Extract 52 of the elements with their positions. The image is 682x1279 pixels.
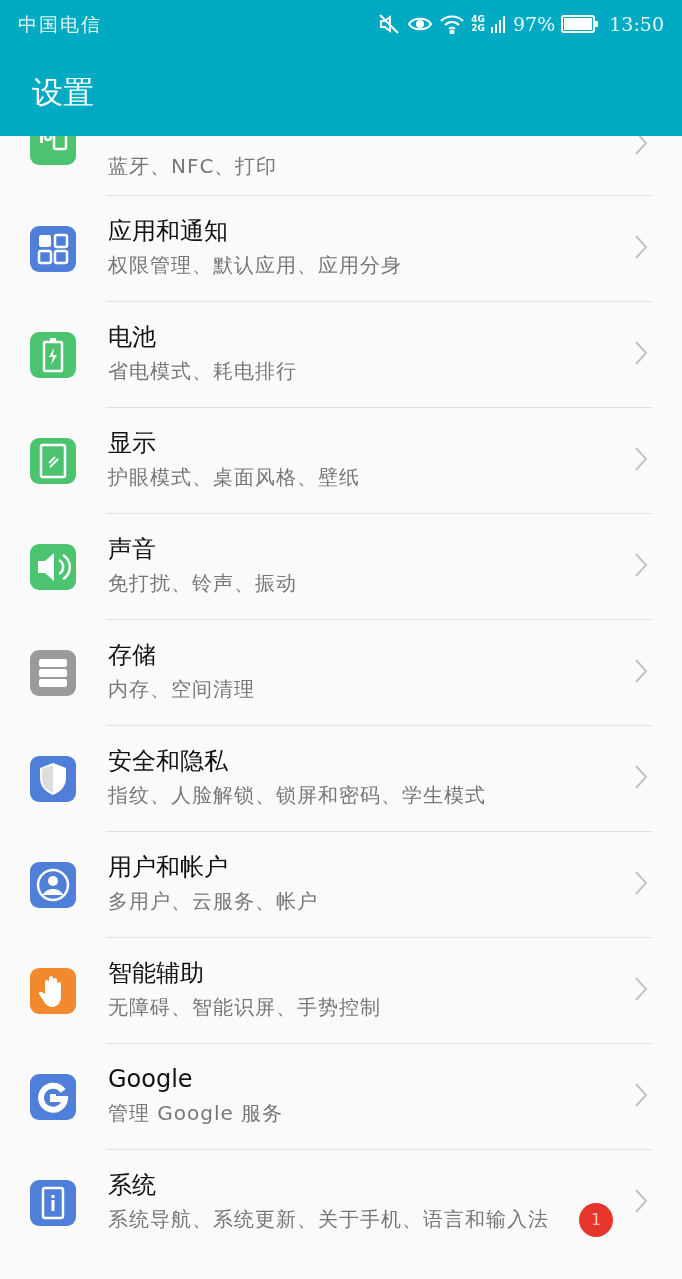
settings-item[interactable]: 系统 系统导航、系统更新、关于手机、语言和输入法 1: [0, 1150, 682, 1255]
item-title: 声音: [108, 534, 156, 565]
chevron-right-icon: [634, 658, 648, 684]
item-title: 存储: [108, 640, 156, 671]
network-type: 2G: [471, 24, 485, 33]
item-title: 电池: [108, 322, 156, 353]
page-title: 设置: [32, 72, 94, 112]
settings-item[interactable]: 存储 内存、空间清理: [0, 620, 682, 725]
item-subtitle: 护眼模式、桌面风格、壁纸: [108, 464, 360, 491]
chevron-right-icon: [634, 446, 648, 472]
item-subtitle: 无障碍、智能识屏、手势控制: [108, 994, 381, 1021]
battery-icon: [561, 15, 600, 33]
carrier-name: 中国电信: [18, 11, 102, 37]
settings-item[interactable]: 安全和隐私 指纹、人脸解锁、锁屏和密码、学生模式: [0, 726, 682, 831]
item-title: 安全和隐私: [108, 746, 228, 777]
settings-item[interactable]: 蓝牙、NFC、打印: [0, 136, 682, 195]
item-title: 系统: [108, 1170, 156, 1201]
item-subtitle: 多用户、云服务、帐户: [108, 888, 318, 915]
chevron-right-icon: [634, 234, 648, 260]
item-subtitle: 系统导航、系统更新、关于手机、语言和输入法: [108, 1206, 549, 1233]
settings-item[interactable]: Google 管理 Google 服务: [0, 1044, 682, 1149]
item-title: Google: [108, 1064, 193, 1095]
chevron-right-icon: [634, 870, 648, 896]
signal-icon: [491, 14, 507, 34]
chevron-right-icon: [634, 552, 648, 578]
settings-item[interactable]: 显示 护眼模式、桌面风格、壁纸: [0, 408, 682, 513]
item-subtitle: 权限管理、默认应用、应用分身: [108, 252, 402, 279]
network-type: 4G: [471, 15, 485, 24]
chevron-right-icon: [634, 764, 648, 790]
item-subtitle: 管理 Google 服务: [108, 1100, 284, 1127]
clock: 13:50: [609, 11, 664, 37]
item-subtitle: 免打扰、铃声、振动: [108, 570, 297, 597]
item-title: 应用和通知: [108, 216, 228, 247]
chevron-right-icon: [634, 976, 648, 1002]
settings-item[interactable]: 电池 省电模式、耗电排行: [0, 302, 682, 407]
settings-item[interactable]: 声音 免打扰、铃声、振动: [0, 514, 682, 619]
settings-item[interactable]: 应用和通知 权限管理、默认应用、应用分身: [0, 196, 682, 301]
notification-badge: 1: [579, 1203, 613, 1237]
wifi-icon: [439, 14, 466, 34]
item-title: 显示: [108, 428, 156, 459]
item-subtitle: 蓝牙、NFC、打印: [108, 153, 278, 180]
settings-item[interactable]: 智能辅助 无障碍、智能识屏、手势控制: [0, 938, 682, 1043]
item-subtitle: 省电模式、耗电排行: [108, 358, 297, 385]
item-title: 智能辅助: [108, 958, 204, 989]
chevron-right-icon: [634, 340, 648, 366]
item-subtitle: 指纹、人脸解锁、锁屏和密码、学生模式: [108, 782, 486, 809]
item-title: 用户和帐户: [108, 852, 228, 883]
chevron-right-icon: [634, 1082, 648, 1108]
item-subtitle: 内存、空间清理: [108, 676, 255, 703]
battery-percentage: 97%: [513, 11, 556, 37]
settings-item[interactable]: 用户和帐户 多用户、云服务、帐户: [0, 832, 682, 937]
chevron-right-icon: [634, 1188, 648, 1214]
